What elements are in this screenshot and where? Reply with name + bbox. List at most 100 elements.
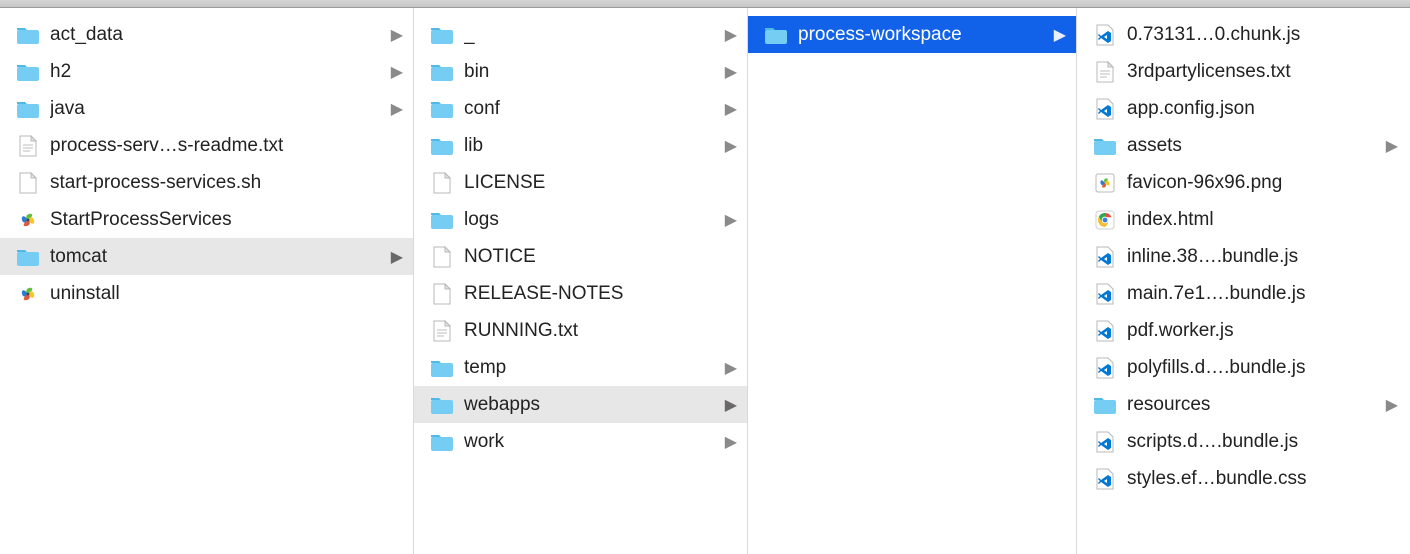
file-name-label: resources: [1127, 393, 1384, 417]
text-document-icon: [14, 134, 42, 158]
file-name-label: favicon-96x96.png: [1127, 171, 1398, 195]
folder-icon: [762, 23, 790, 47]
finder-row[interactable]: temp▶: [414, 349, 747, 386]
finder-row[interactable]: inline.38….bundle.js: [1077, 238, 1408, 275]
finder-row[interactable]: StartProcessServices: [0, 201, 413, 238]
disclosure-arrow-icon: ▶: [723, 395, 737, 415]
html-file-icon: [1091, 208, 1119, 232]
file-name-label: NOTICE: [464, 245, 737, 269]
finder-row[interactable]: _▶: [414, 16, 747, 53]
finder-row[interactable]: RELEASE-NOTES: [414, 275, 747, 312]
disclosure-arrow-icon: ▶: [389, 62, 403, 82]
file-name-label: app.config.json: [1127, 97, 1398, 121]
finder-row[interactable]: logs▶: [414, 201, 747, 238]
finder-row[interactable]: act_data▶: [0, 16, 413, 53]
disclosure-arrow-icon: ▶: [389, 25, 403, 45]
file-name-label: lib: [464, 134, 723, 158]
file-name-label: assets: [1127, 134, 1384, 158]
folder-icon: [428, 208, 456, 232]
file-name-label: pdf.worker.js: [1127, 319, 1398, 343]
disclosure-arrow-icon: ▶: [389, 247, 403, 267]
folder-icon: [428, 97, 456, 121]
file-name-label: temp: [464, 356, 723, 380]
folder-icon: [428, 134, 456, 158]
file-name-label: conf: [464, 97, 723, 121]
file-name-label: uninstall: [50, 282, 403, 306]
file-name-label: java: [50, 97, 389, 121]
file-name-label: polyfills.d….bundle.js: [1127, 356, 1398, 380]
file-name-label: RUNNING.txt: [464, 319, 737, 343]
document-icon: [428, 282, 456, 306]
finder-row[interactable]: start-process-services.sh: [0, 164, 413, 201]
finder-row[interactable]: pdf.worker.js: [1077, 312, 1408, 349]
file-name-label: process-workspace: [798, 23, 1052, 47]
file-name-label: h2: [50, 60, 389, 84]
folder-icon: [1091, 393, 1119, 417]
file-name-label: StartProcessServices: [50, 208, 403, 232]
file-name-label: 3rdpartylicenses.txt: [1127, 60, 1398, 84]
folder-icon: [428, 60, 456, 84]
application-icon: [14, 282, 42, 306]
folder-icon: [428, 23, 456, 47]
file-name-label: logs: [464, 208, 723, 232]
code-file-icon: [1091, 319, 1119, 343]
disclosure-arrow-icon: ▶: [723, 432, 737, 452]
file-name-label: scripts.d….bundle.js: [1127, 430, 1398, 454]
finder-columns: act_data▶ h2▶ java▶ process-serv…s-readm…: [0, 8, 1410, 554]
file-name-label: main.7e1….bundle.js: [1127, 282, 1398, 306]
window-titlebar: [0, 0, 1410, 8]
code-file-icon: [1091, 23, 1119, 47]
disclosure-arrow-icon: ▶: [723, 210, 737, 230]
finder-row[interactable]: NOTICE: [414, 238, 747, 275]
finder-row[interactable]: conf▶: [414, 90, 747, 127]
file-name-label: bin: [464, 60, 723, 84]
finder-row[interactable]: resources▶: [1077, 386, 1408, 423]
finder-row[interactable]: process-serv…s-readme.txt: [0, 127, 413, 164]
finder-row[interactable]: assets▶: [1077, 127, 1408, 164]
code-file-icon: [1091, 467, 1119, 491]
finder-row[interactable]: webapps▶: [414, 386, 747, 423]
code-file-icon: [1091, 356, 1119, 380]
file-name-label: LICENSE: [464, 171, 737, 195]
finder-row[interactable]: lib▶: [414, 127, 747, 164]
disclosure-arrow-icon: ▶: [1384, 395, 1398, 415]
text-document-icon: [1091, 60, 1119, 84]
folder-icon: [428, 430, 456, 454]
file-name-label: process-serv…s-readme.txt: [50, 134, 403, 158]
finder-row[interactable]: styles.ef…bundle.css: [1077, 460, 1408, 497]
finder-row[interactable]: tomcat▶: [0, 238, 413, 275]
finder-row[interactable]: app.config.json: [1077, 90, 1408, 127]
folder-icon: [14, 97, 42, 121]
folder-icon: [14, 245, 42, 269]
finder-row[interactable]: polyfills.d….bundle.js: [1077, 349, 1408, 386]
file-name-label: RELEASE-NOTES: [464, 282, 737, 306]
document-icon: [428, 245, 456, 269]
document-icon: [14, 171, 42, 195]
finder-row[interactable]: LICENSE: [414, 164, 747, 201]
file-name-label: 0.73131…0.chunk.js: [1127, 23, 1398, 47]
finder-row[interactable]: uninstall: [0, 275, 413, 312]
finder-row[interactable]: h2▶: [0, 53, 413, 90]
finder-row[interactable]: 0.73131…0.chunk.js: [1077, 16, 1408, 53]
document-icon: [428, 171, 456, 195]
finder-column-1: act_data▶ h2▶ java▶ process-serv…s-readm…: [0, 8, 414, 554]
finder-row[interactable]: process-workspace▶: [748, 16, 1076, 53]
finder-row[interactable]: java▶: [0, 90, 413, 127]
finder-row[interactable]: favicon-96x96.png: [1077, 164, 1408, 201]
finder-row[interactable]: RUNNING.txt: [414, 312, 747, 349]
file-name-label: inline.38….bundle.js: [1127, 245, 1398, 269]
disclosure-arrow-icon: ▶: [1052, 25, 1066, 45]
file-name-label: styles.ef…bundle.css: [1127, 467, 1398, 491]
finder-row[interactable]: main.7e1….bundle.js: [1077, 275, 1408, 312]
disclosure-arrow-icon: ▶: [723, 99, 737, 119]
finder-row[interactable]: index.html: [1077, 201, 1408, 238]
disclosure-arrow-icon: ▶: [723, 136, 737, 156]
file-name-label: tomcat: [50, 245, 389, 269]
finder-row[interactable]: work▶: [414, 423, 747, 460]
finder-row[interactable]: scripts.d….bundle.js: [1077, 423, 1408, 460]
finder-column-2: _▶ bin▶ conf▶ lib▶ LICENSE logs▶ NOTICE: [414, 8, 748, 554]
file-name-label: start-process-services.sh: [50, 171, 403, 195]
finder-row[interactable]: bin▶: [414, 53, 747, 90]
file-name-label: work: [464, 430, 723, 454]
finder-row[interactable]: 3rdpartylicenses.txt: [1077, 53, 1408, 90]
